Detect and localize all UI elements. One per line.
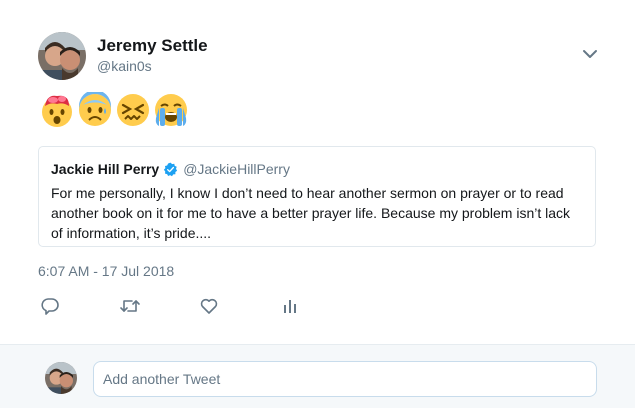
quoted-tweet-text: For me personally, I know I don’t need t… xyxy=(51,185,571,241)
reply-icon[interactable] xyxy=(40,296,62,316)
quoted-tweet-header: Jackie Hill Perry @JackieHillPerry xyxy=(51,161,290,177)
add-tweet-input[interactable] xyxy=(93,361,597,397)
author-handle[interactable]: @kain0s xyxy=(97,58,152,74)
quoted-author-name: Jackie Hill Perry xyxy=(51,161,160,177)
emoji-row xyxy=(39,92,189,128)
user-avatar[interactable] xyxy=(45,362,77,394)
loudly-crying-face-emoji xyxy=(155,94,187,126)
reply-bar xyxy=(0,344,635,408)
retweet-icon[interactable] xyxy=(119,296,141,316)
quoted-author-handle: @JackieHillPerry xyxy=(183,161,290,177)
verified-badge-icon xyxy=(164,162,178,176)
quoted-tweet[interactable]: Jackie Hill Perry @JackieHillPerry For m… xyxy=(38,146,596,247)
like-icon[interactable] xyxy=(199,296,221,316)
chevron-down-icon[interactable] xyxy=(580,46,600,62)
author-avatar[interactable] xyxy=(38,32,86,80)
author-name[interactable]: Jeremy Settle xyxy=(97,36,208,56)
confounded-face-emoji xyxy=(117,94,149,126)
analytics-icon[interactable] xyxy=(280,296,302,316)
exploding-head-emoji xyxy=(42,95,72,127)
tweet-timestamp[interactable]: 6:07 AM - 17 Jul 2018 xyxy=(38,263,174,279)
tweet-card: Jeremy Settle @kain0s Jackie Hill Perry … xyxy=(0,0,635,344)
anxious-face-emoji xyxy=(79,92,111,126)
